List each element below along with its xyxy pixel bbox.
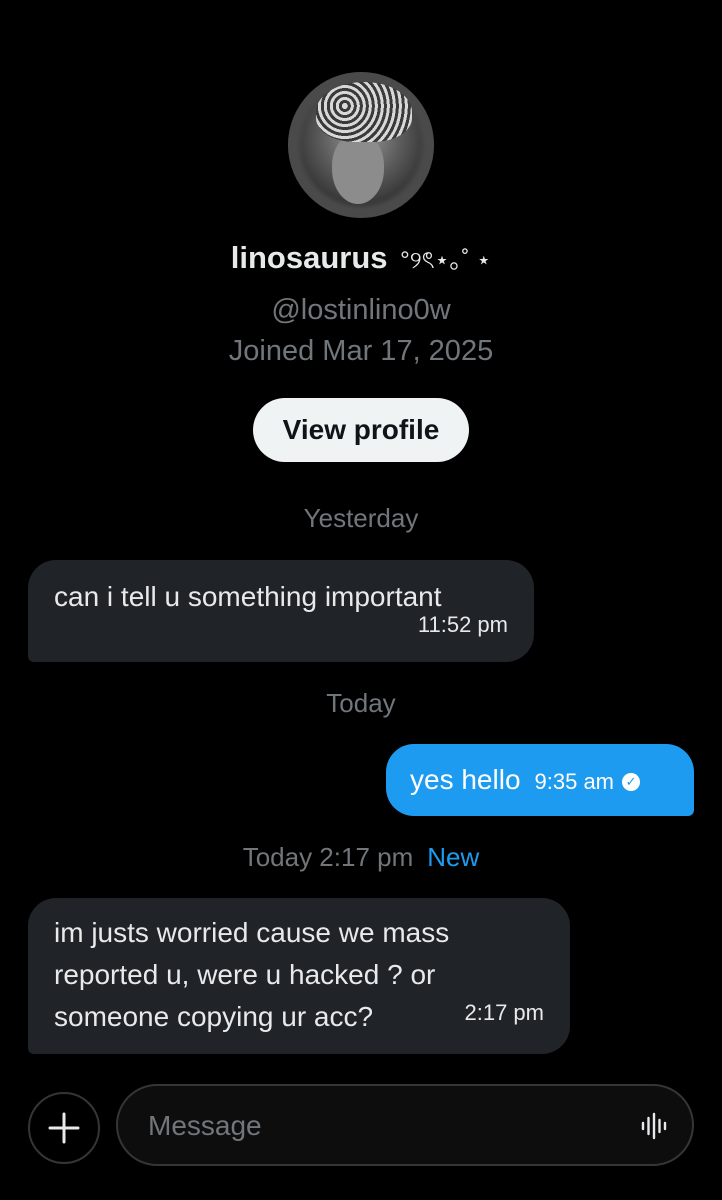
message-time: 11:52 pm	[417, 612, 508, 637]
avatar-face	[332, 134, 384, 204]
display-name: linosaurus °୨ৎ⋆｡˚ ⋆	[231, 240, 491, 282]
plus-icon	[48, 1112, 80, 1144]
new-label: New	[427, 842, 480, 872]
view-profile-button[interactable]: View profile	[252, 398, 470, 462]
message-text-line: im justs worried cause we mass	[54, 917, 450, 948]
message-text-line: reported u, were u hacked ? or	[54, 959, 436, 990]
message-input[interactable]	[146, 1104, 610, 1148]
avatar-hat	[316, 82, 412, 142]
display-name-decoration: °୨ৎ⋆｡˚ ⋆	[400, 247, 492, 274]
user-handle: @lostinlino0w	[271, 294, 451, 326]
date-separator-yesterday: Yesterday	[303, 503, 419, 533]
add-attachment-button[interactable]	[28, 1092, 100, 1164]
display-name-text: linosaurus	[230, 240, 388, 275]
voice-waveform-icon[interactable]	[640, 1112, 668, 1140]
message-time: 2:17 pm	[464, 1000, 545, 1025]
message-bubble-outgoing[interactable]: yes hello 9:35 am ✓	[386, 744, 694, 816]
joined-date: Joined Mar 17, 2025	[228, 335, 494, 367]
message-time: 9:35 am	[534, 769, 615, 794]
message-bubble-incoming[interactable]: im justs worried cause we mass reported …	[28, 898, 570, 1054]
message-composer	[0, 1084, 722, 1168]
avatar[interactable]	[288, 72, 434, 218]
message-input-container[interactable]	[116, 1084, 694, 1166]
read-check-icon: ✓	[622, 773, 641, 791]
message-text: yes hello	[410, 764, 521, 795]
message-bubble-incoming[interactable]: can i tell u something important 11:52 p…	[28, 560, 534, 662]
date-separator-today: Today	[326, 688, 396, 718]
new-messages-separator: Today 2:17 pm New	[0, 842, 722, 873]
profile-header: linosaurus °୨ৎ⋆｡˚ ⋆ @lostinlino0w Joined…	[0, 72, 722, 462]
separator-time: Today 2:17 pm	[242, 842, 414, 872]
